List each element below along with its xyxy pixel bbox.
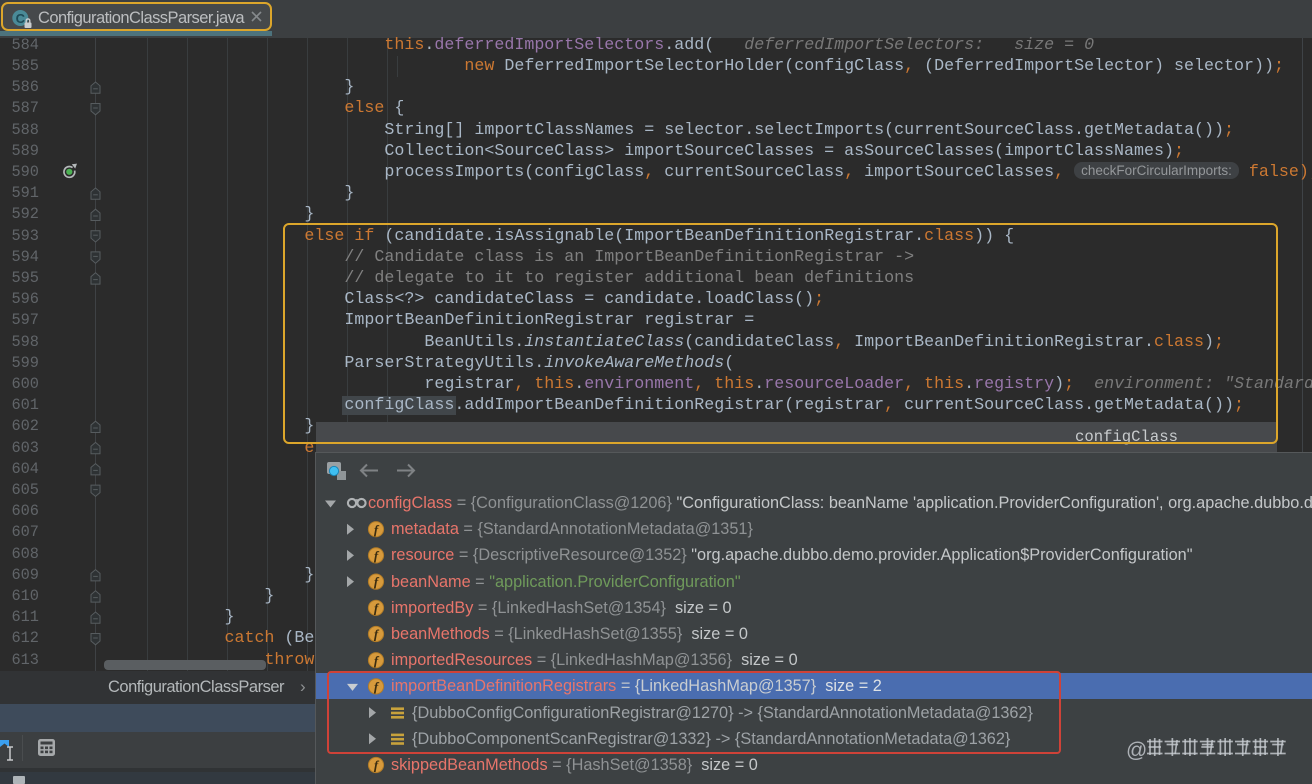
svg-text:@: @ xyxy=(1126,739,1147,762)
